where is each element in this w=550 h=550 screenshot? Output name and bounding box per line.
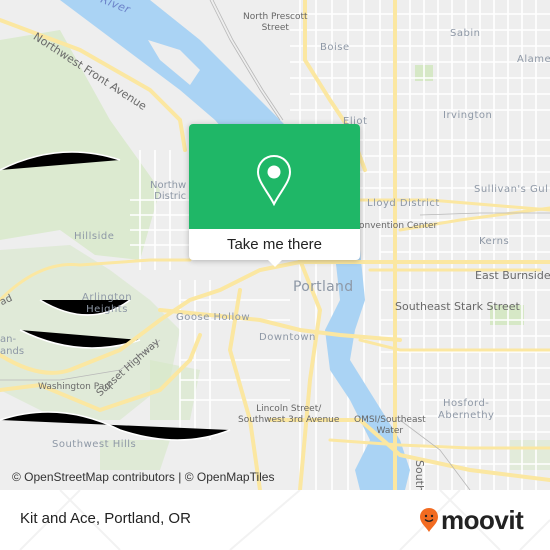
map-label-lincoln-street: Lincoln Street/Southwest 3rd Avenue: [238, 404, 339, 426]
moovit-wordmark: moovit: [441, 504, 524, 535]
place-title: Kit and Ace, Portland, OR: [20, 510, 191, 527]
map-label-east-burnside: East Burnside S: [475, 269, 550, 282]
map-label-convention-center: onvention Center: [359, 221, 438, 231]
map-label-southwest-hills: Southwest Hills: [52, 439, 137, 450]
map-label-north-prescott-line2: Street: [261, 23, 289, 33]
map-label-northwest-district: Northw Distric: [150, 180, 186, 202]
location-popup[interactable]: Take me there: [189, 124, 360, 267]
map-label-lincoln-line2: Southwest 3rd Avenue: [238, 415, 340, 425]
map-label-northwest-district-line1: Northw: [150, 180, 187, 191]
map-label-sabin: Sabin: [450, 28, 481, 39]
map-label-omsi: OMSI/Southeast Water: [354, 415, 426, 437]
map[interactable]: River Northwest Front Avenue North Presc…: [0, 0, 550, 490]
map-label-alameda: Alame: [517, 54, 550, 65]
map-label-kerns: Kerns: [479, 236, 510, 247]
map-label-arlington-line1: Arlington: [82, 292, 133, 303]
map-label-north-prescott: North Prescott Street: [243, 12, 308, 34]
map-label-north-prescott-line1: North Prescott: [243, 12, 308, 22]
map-label-hosford-abernethy: Hosford- Abernethy: [438, 398, 494, 422]
map-label-goose-hollow: Goose Hollow: [176, 312, 251, 323]
map-label-south: South: [413, 460, 426, 490]
take-me-there-button[interactable]: Take me there: [189, 229, 360, 260]
map-label-hosford-line2: Abernethy: [438, 410, 495, 421]
map-label-lincoln-line1: Lincoln Street/: [256, 404, 322, 414]
map-label-lloyd-district: Lloyd District: [367, 198, 440, 209]
map-label-arlington-heights: Arlington Heights: [82, 292, 132, 316]
map-label-southeast-stark: Southeast Stark Street: [395, 300, 520, 313]
map-label-downtown: Downtown: [259, 332, 316, 343]
map-label-sullivans-gulch: Sullivan's Gul: [474, 184, 549, 195]
map-label-omsi-line1: OMSI/Southeast: [354, 415, 426, 425]
map-label-omsi-line2: Water: [376, 426, 404, 436]
map-pin-icon: [256, 154, 292, 206]
map-label-arlington-line2: Heights: [86, 304, 128, 315]
popup-header[interactable]: [189, 124, 360, 229]
map-label-hosford-line1: Hosford-: [443, 398, 490, 409]
map-label-northwest-district-line2: Distric: [154, 191, 187, 202]
map-label-hoyt-line2: ands: [0, 346, 25, 357]
map-label-hillside: Hillside: [74, 231, 115, 242]
popup-tail: [267, 259, 283, 267]
moovit-logo[interactable]: moovit: [419, 504, 524, 535]
map-label-hoyt-arboretum: an-ands: [0, 334, 24, 358]
map-label-boise: Boise: [320, 42, 350, 53]
moovit-pin-icon: [420, 508, 438, 532]
map-label-portland: Portland: [293, 279, 354, 295]
map-label-hoyt-line1: an-: [0, 334, 17, 345]
map-label-irvington: Irvington: [443, 110, 493, 121]
map-attribution[interactable]: © OpenStreetMap contributors | © OpenMap…: [12, 470, 274, 484]
